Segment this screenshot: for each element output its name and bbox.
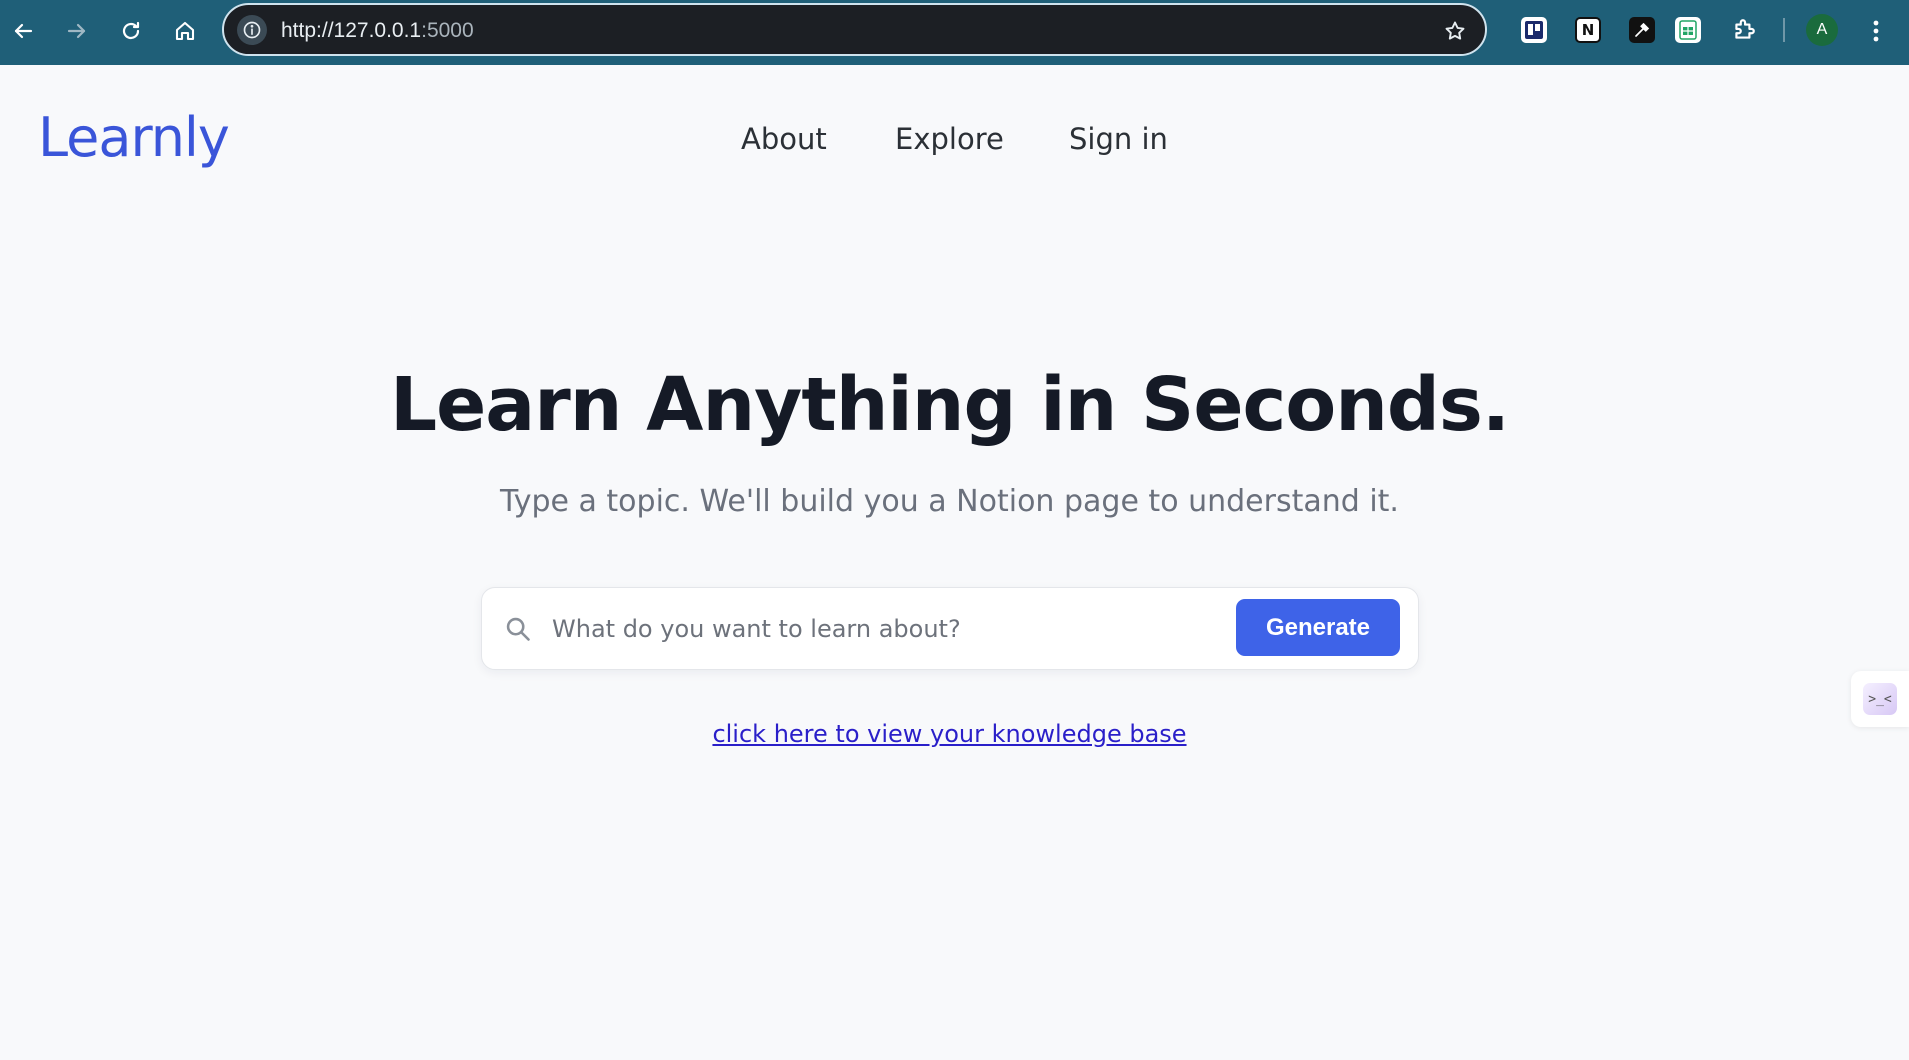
- extensions-button[interactable]: [1727, 13, 1761, 47]
- nav-sign-in[interactable]: Sign in: [1069, 122, 1168, 156]
- side-widget-button[interactable]: >_<: [1851, 671, 1909, 727]
- extension-color-picker[interactable]: [1625, 13, 1659, 47]
- extension-trello[interactable]: [1517, 13, 1551, 47]
- address-bar[interactable]: http://127.0.0.1:5000: [222, 3, 1487, 56]
- page-body: Learnly About Explore Sign in Learn Anyt…: [0, 65, 1909, 1060]
- bookmark-button[interactable]: [1441, 17, 1469, 45]
- knowledge-base-link[interactable]: click here to view your knowledge base: [712, 720, 1186, 748]
- nav-about[interactable]: About: [741, 122, 827, 156]
- knowledge-base-link-container: click here to view your knowledge base: [0, 720, 1899, 748]
- browser-toolbar: http://127.0.0.1:5000 N A: [0, 0, 1909, 65]
- site-info-button[interactable]: [237, 15, 267, 45]
- extension-puzzle-icon: [1735, 19, 1755, 39]
- logo[interactable]: Learnly: [38, 106, 230, 169]
- site-info-icon: [243, 21, 261, 39]
- hero-subtitle: Type a topic. We'll build you a Notion p…: [500, 484, 1399, 519]
- forward-button[interactable]: [57, 11, 97, 51]
- extension-notion[interactable]: N: [1571, 13, 1605, 47]
- home-button[interactable]: [165, 11, 205, 51]
- back-button[interactable]: [3, 11, 43, 51]
- generate-button[interactable]: Generate: [1236, 599, 1400, 656]
- extension-sheets[interactable]: [1671, 13, 1705, 47]
- search-input[interactable]: [550, 602, 1270, 656]
- url-port: :5000: [421, 19, 474, 42]
- more-vertical-icon: [1873, 20, 1879, 42]
- reload-button[interactable]: [111, 11, 151, 51]
- url-host: http://127.0.0.1: [281, 19, 422, 42]
- home-icon: [175, 21, 195, 41]
- side-widget-icon: >_<: [1863, 683, 1897, 715]
- trello-icon: [1521, 17, 1547, 43]
- hero-title: Learn Anything in Seconds.: [389, 362, 1510, 448]
- profile-avatar[interactable]: A: [1806, 14, 1838, 46]
- url-text[interactable]: http://127.0.0.1:5000: [281, 19, 474, 43]
- search-icon: [506, 617, 530, 641]
- eyedropper-icon: [1629, 17, 1655, 43]
- reload-icon: [122, 21, 140, 40]
- star-icon: [1445, 21, 1465, 40]
- sheets-icon: [1675, 17, 1701, 43]
- search-bar: Generate: [481, 587, 1419, 670]
- nav-explore[interactable]: Explore: [895, 122, 1004, 156]
- browser-menu-button[interactable]: [1864, 14, 1888, 48]
- back-arrow-icon: [14, 23, 33, 39]
- toolbar-divider: [1783, 18, 1785, 42]
- notion-icon: N: [1575, 17, 1601, 43]
- forward-arrow-icon: [67, 23, 86, 39]
